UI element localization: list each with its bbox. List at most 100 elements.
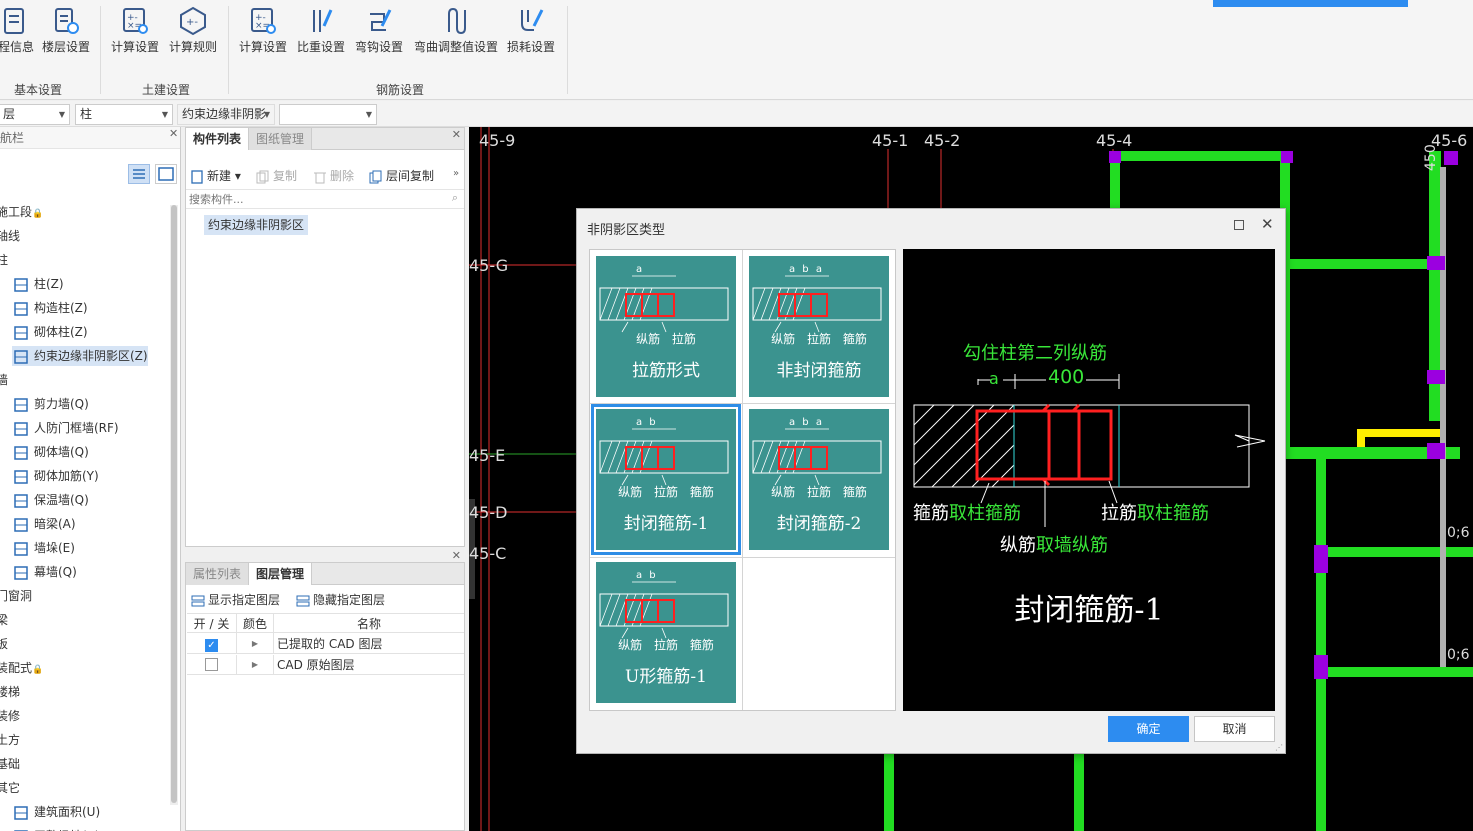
sidebar-item[interactable]: 装配式🔒: [0, 658, 43, 678]
trash-icon: [314, 172, 326, 183]
component-type-icon: [14, 565, 28, 580]
component-search-input[interactable]: [186, 190, 426, 208]
group-rebar-settings: 钢筋设置: [375, 83, 424, 97]
component-search[interactable]: ⌕: [186, 189, 464, 209]
close-icon[interactable]: ✕: [169, 127, 178, 140]
sidebar-item[interactable]: 人防门框墙(RF): [12, 418, 119, 438]
tab-drawing-management[interactable]: 图纸管理: [249, 128, 313, 150]
tab-component-list[interactable]: 构件列表: [186, 128, 250, 150]
component-select[interactable]: 约束边缘非阴影 ▼: [177, 104, 275, 125]
sidebar-item[interactable]: 幕墙(Q): [12, 562, 77, 582]
expand-icon[interactable]: ▶: [237, 634, 274, 654]
sidebar-item[interactable]: 柱: [0, 250, 8, 270]
floor-copy-button[interactable]: 层间复制: [369, 166, 434, 186]
floor-settings-button[interactable]: 楼层设置: [38, 6, 94, 55]
sidebar-item[interactable]: 建筑面积(U): [12, 802, 100, 822]
search-icon[interactable]: ⌕: [452, 191, 458, 205]
type-option[interactable]: a b a 纵筋 拉筋 箍筋封闭箍筋-2: [749, 409, 889, 550]
more-icon[interactable]: »: [453, 168, 459, 179]
axis-label: 45-9: [479, 131, 515, 150]
close-icon[interactable]: ✕: [1261, 215, 1274, 233]
type-option[interactable]: a 纵筋 拉筋 拉筋形式: [596, 256, 736, 397]
detail-view-icon[interactable]: [155, 164, 177, 184]
ok-button[interactable]: 确定: [1108, 716, 1189, 742]
resize-grip-icon[interactable]: ⋰: [1275, 743, 1283, 752]
sidebar-item[interactable]: 墙: [0, 370, 8, 390]
rebar-notes: 纵筋 拉筋 箍筋: [618, 485, 714, 499]
maximize-icon[interactable]: [1234, 220, 1244, 230]
close-icon[interactable]: ✕: [452, 128, 461, 141]
nav-scrollbar[interactable]: [170, 205, 178, 805]
sidebar-item[interactable]: 装修: [0, 706, 20, 726]
sidebar-item[interactable]: 板: [0, 634, 8, 654]
type-option-grid: a 纵筋 拉筋 拉筋形式 a b a 纵筋 拉筋 箍筋 非封闭箍筋 a b 纵筋 拉筋 箍筋封…: [589, 249, 896, 711]
copy-button[interactable]: 复制: [256, 166, 297, 186]
rebar-notes: 纵筋 拉筋 箍筋: [771, 485, 867, 499]
rebar-calc-settings-button[interactable]: +- ×= 计算设置: [236, 6, 290, 55]
close-icon[interactable]: ✕: [452, 549, 461, 562]
list-view-icon[interactable]: [128, 164, 150, 184]
sidebar-item[interactable]: 砌体柱(Z): [12, 322, 88, 342]
type-option[interactable]: a b a 纵筋 拉筋 箍筋 非封闭箍筋: [749, 256, 889, 397]
nav-title: 航栏: [0, 127, 180, 149]
sidebar-item[interactable]: 柱(Z): [12, 274, 64, 294]
layer-checkbox[interactable]: [205, 658, 218, 671]
component-type-icon: [14, 421, 28, 436]
floor-select[interactable]: 层 ▼: [0, 104, 70, 125]
weight-settings-icon: [313, 9, 333, 32]
sidebar-item[interactable]: 砌体加筋(Y): [12, 466, 99, 486]
weight-settings-button[interactable]: 比重设置: [294, 6, 348, 55]
component-item[interactable]: 约束边缘非阴影区: [204, 215, 309, 235]
axis-label: 45-E: [469, 446, 505, 465]
type-option[interactable]: a b 纵筋 拉筋 箍筋 U形箍筋-1: [596, 562, 736, 703]
sidebar-item[interactable]: 土方: [0, 730, 20, 750]
sidebar-item[interactable]: 其它: [0, 778, 20, 798]
type-option-label: 封闭箍筋-2: [776, 514, 862, 534]
new-button[interactable]: 新建 ▾: [190, 166, 241, 186]
navigation-panel: 航栏 ✕ 施工段🔒 轴线柱柱(Z) 构造柱(Z) 砌体柱(Z) 约束边缘非阴影区(Z) 墙…: [0, 127, 181, 831]
sidebar-item[interactable]: 砌体墙(Q): [12, 442, 89, 462]
sidebar-item[interactable]: 轴线: [0, 226, 20, 246]
sidebar-item[interactable]: 门窗洞: [0, 586, 32, 606]
lock-icon: 🔒: [32, 209, 44, 219]
delete-button[interactable]: 删除: [313, 166, 354, 186]
type-select[interactable]: 柱 ▼: [75, 104, 173, 125]
type-option-label: 非封闭箍筋: [776, 361, 862, 381]
cancel-button[interactable]: 取消: [1194, 716, 1275, 742]
preview-title: 封闭箍筋-1: [1014, 593, 1164, 628]
tab-property-list[interactable]: 属性列表: [186, 563, 250, 585]
civil-calc-settings-button[interactable]: +- ×= 计算设置: [108, 6, 162, 55]
component-type-icon: [14, 301, 28, 316]
loss-settings-button[interactable]: 损耗设置: [504, 6, 558, 55]
sidebar-item[interactable]: 保温墙(Q): [12, 490, 89, 510]
component-type-icon: [14, 805, 28, 820]
calc-rules-button[interactable]: +- 计算规则: [166, 6, 220, 55]
sidebar-item[interactable]: 暗梁(A): [12, 514, 76, 534]
sidebar-item[interactable]: 基础: [0, 754, 20, 774]
hide-layer-button[interactable]: 隐藏指定图层: [296, 590, 385, 610]
bend-adjust-settings-button[interactable]: 弯曲调整值设置: [410, 6, 502, 55]
table-row[interactable]: ✓ ▶ 已提取的 CAD 图层: [187, 634, 464, 654]
tab-layer-management[interactable]: 图层管理: [249, 563, 313, 585]
expand-icon[interactable]: ▶: [237, 655, 274, 675]
dimension-label: a b a: [789, 264, 824, 275]
hook-settings-button[interactable]: 弯钩设置: [352, 6, 406, 55]
table-row[interactable]: ▶ CAD 原始图层: [187, 655, 464, 675]
sidebar-item[interactable]: 楼梯: [0, 682, 20, 702]
show-layer-button[interactable]: 显示指定图层: [191, 590, 280, 610]
project-info-button[interactable]: 程信息: [0, 6, 36, 55]
sidebar-item[interactable]: 约束边缘非阴影区(Z): [12, 346, 148, 366]
layer-checkbox[interactable]: ✓: [205, 639, 218, 652]
show-layer-icon: [191, 595, 205, 606]
sidebar-item[interactable]: 平整场地(V): [12, 826, 100, 831]
dimension-label: a b a: [789, 417, 824, 428]
sidebar-item[interactable]: 施工段🔒: [0, 202, 43, 222]
sidebar-item[interactable]: 梁: [0, 610, 8, 630]
type-option[interactable]: a b 纵筋 拉筋 箍筋 封闭箍筋-1: [591, 404, 741, 555]
sub-select[interactable]: ▼: [279, 104, 377, 125]
sidebar-item[interactable]: 剪力墙(Q): [12, 394, 89, 414]
sidebar-item[interactable]: 墙垛(E): [12, 538, 75, 558]
group-basic-settings: 基本设置: [13, 83, 62, 97]
sidebar-item[interactable]: 构造柱(Z): [12, 298, 88, 318]
rebar-notes: 纵筋 拉筋: [636, 332, 696, 346]
